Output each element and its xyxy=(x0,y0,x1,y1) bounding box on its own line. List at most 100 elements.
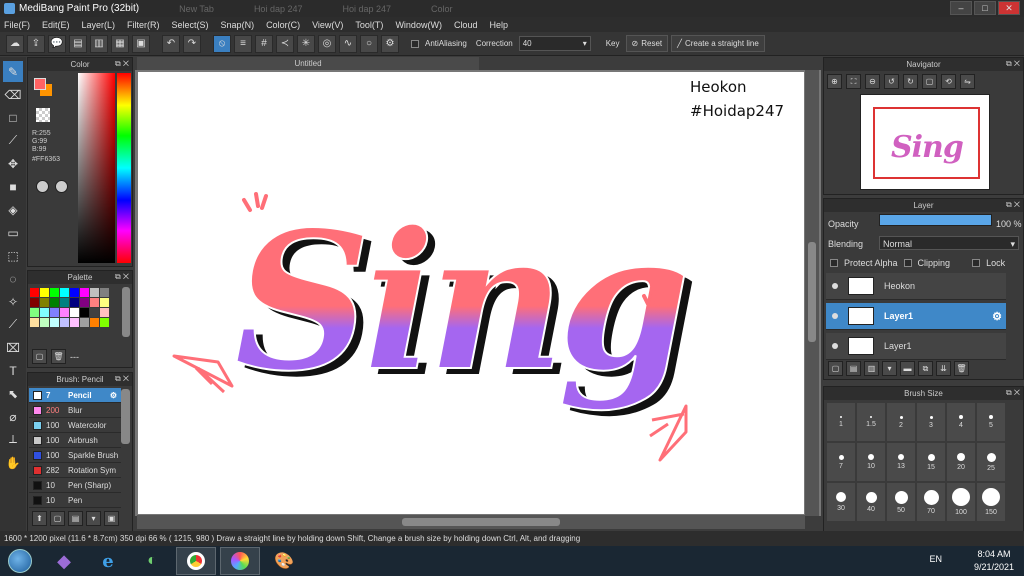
brush-size-preset[interactable]: 30 xyxy=(827,483,855,521)
brush-size-preset[interactable]: 1 xyxy=(827,403,855,441)
palette-color-swatch[interactable] xyxy=(70,298,79,307)
brush-size-preset[interactable]: 7 xyxy=(827,443,855,481)
settings-panel-icon[interactable]: ▣ xyxy=(132,34,150,53)
zoom-in-icon[interactable]: ⊕ xyxy=(827,74,842,89)
menu-snap[interactable]: Snap(N) xyxy=(221,20,255,30)
brush-size-preset[interactable]: 70 xyxy=(917,483,945,521)
menu-tool[interactable]: Tool(T) xyxy=(355,20,383,30)
reset-button[interactable]: ⊘ Reset xyxy=(625,35,669,52)
straight-line-button[interactable]: ╱ Create a straight line xyxy=(671,35,765,52)
cloud-icon[interactable]: ☁ xyxy=(6,34,24,53)
brush-size-preset[interactable]: 4 xyxy=(947,403,975,441)
select-eraser-tool-icon[interactable]: ⌧ xyxy=(3,337,23,358)
brush-settings-gear-icon[interactable]: ⚙ xyxy=(110,391,117,400)
new-halftone-layer-icon[interactable]: ▤ xyxy=(846,361,861,376)
palette-scrollbar[interactable] xyxy=(122,287,130,337)
hue-slider[interactable] xyxy=(117,73,131,263)
close-button[interactable]: ✕ xyxy=(998,1,1020,15)
panel-controls-icon[interactable]: ⧉ ✕ xyxy=(1006,200,1020,210)
message-icon[interactable]: ▤ xyxy=(69,34,87,53)
flip-icon[interactable]: ⇋ xyxy=(960,74,975,89)
palette-color-swatch[interactable] xyxy=(60,298,69,307)
hand-tool-icon[interactable]: ✋ xyxy=(3,452,23,473)
brush-size-preset[interactable]: 100 xyxy=(947,483,975,521)
new-layer-icon[interactable]: ▢ xyxy=(828,361,843,376)
parallel-snap-icon[interactable]: ≡ xyxy=(234,34,252,53)
panel-controls-icon[interactable]: ⧉ ✕ xyxy=(1006,388,1020,398)
duplicate-layer-icon[interactable]: ⧉ xyxy=(918,361,933,376)
brush-item[interactable]: 10 Pen (Sharp) xyxy=(29,478,121,493)
select-pen-tool-icon[interactable]: ⟋ xyxy=(3,314,23,335)
canvas-tab[interactable]: Untitled xyxy=(137,57,479,70)
zoom-out-icon[interactable]: ⊖ xyxy=(865,74,880,89)
panel-controls-icon[interactable]: ⧉ ✕ xyxy=(115,374,129,384)
vanishing-snap-icon[interactable]: ≺ xyxy=(276,34,294,53)
palette-color-swatch[interactable] xyxy=(70,318,79,327)
delete-layer-icon[interactable]: 🗑 xyxy=(954,361,969,376)
minimize-button[interactable]: – xyxy=(950,1,972,15)
brush-size-preset[interactable]: 50 xyxy=(887,483,915,521)
palette-color-swatch[interactable] xyxy=(100,308,109,317)
brush-size-preset[interactable]: 1.5 xyxy=(857,403,885,441)
grid-snap-icon[interactable]: # xyxy=(255,34,273,53)
menu-layer[interactable]: Layer(L) xyxy=(82,20,116,30)
dot-tool-icon[interactable]: ⟋ xyxy=(3,130,23,151)
brush-size-preset[interactable]: 150 xyxy=(977,483,1005,521)
add-layer-dropdown-icon[interactable]: ▾ xyxy=(882,361,897,376)
brush-tool-icon[interactable]: ✎ xyxy=(3,61,23,82)
brush-item[interactable]: 100 Watercolor xyxy=(29,418,121,433)
delete-color-icon[interactable]: 🗑 xyxy=(51,349,66,364)
palette-color-swatch[interactable] xyxy=(80,288,89,297)
vertical-scroll-thumb[interactable] xyxy=(808,242,816,342)
shape-tool-icon[interactable]: □ xyxy=(3,107,23,128)
start-button[interactable] xyxy=(0,547,40,575)
palette-color-swatch[interactable] xyxy=(100,288,109,297)
canvas-sheet[interactable]: Heokon #Hoidap247 Sing Sing xyxy=(138,72,804,514)
visibility-icon[interactable] xyxy=(832,343,838,349)
bg-tab-1[interactable]: New Tab xyxy=(179,4,214,14)
clipping-checkbox[interactable] xyxy=(903,259,912,267)
saturation-value-picker[interactable] xyxy=(78,73,115,263)
canvas-horizontal-scrollbar[interactable] xyxy=(137,515,805,529)
palette-color-swatch[interactable] xyxy=(70,288,79,297)
gear-icon[interactable]: ⚙ xyxy=(381,34,399,53)
palette-color-swatch[interactable] xyxy=(60,288,69,297)
menu-file[interactable]: File(F) xyxy=(4,20,30,30)
operation-tool-icon[interactable]: ⬉ xyxy=(3,383,23,404)
copy-brush-icon[interactable]: ▾ xyxy=(86,511,101,526)
bg-tab-4[interactable]: Color xyxy=(431,4,453,14)
reset-view-icon[interactable]: ⟲ xyxy=(941,74,956,89)
fill-rect-tool-icon[interactable]: ■ xyxy=(3,176,23,197)
palette-color-swatch[interactable] xyxy=(50,288,59,297)
eraser-tool-icon[interactable]: ⌫ xyxy=(3,84,23,105)
layer-row-heokon[interactable]: Heokon xyxy=(826,273,1006,300)
maximize-button[interactable]: □ xyxy=(974,1,996,15)
menu-edit[interactable]: Edit(E) xyxy=(42,20,70,30)
new-brush-icon[interactable]: ▢ xyxy=(50,511,65,526)
medibang-icon[interactable] xyxy=(220,547,260,575)
folder-icon[interactable]: ▤ xyxy=(68,511,83,526)
radial-snap-icon[interactable]: ✳ xyxy=(297,34,315,53)
share-icon[interactable]: ⇪ xyxy=(27,34,45,53)
bg-tab-2[interactable]: Hoi dap 247 xyxy=(254,4,303,14)
curve-snap-icon[interactable]: ∿ xyxy=(339,34,357,53)
brush-item[interactable]: 200 Blur xyxy=(29,403,121,418)
brush-scrollbar[interactable] xyxy=(121,389,130,444)
undo-icon[interactable]: ↶ xyxy=(162,34,180,53)
lock-checkbox[interactable] xyxy=(972,259,981,267)
chrome-icon[interactable] xyxy=(176,547,216,575)
lasso-tool-icon[interactable]: ◌ xyxy=(3,268,23,289)
panel-controls-icon[interactable]: ⧉ ✕ xyxy=(115,59,129,69)
new-8bit-layer-icon[interactable]: ▥ xyxy=(864,361,879,376)
coccoc-browser-icon[interactable]: ◐ xyxy=(132,547,172,575)
add-color-icon[interactable]: ▢ xyxy=(32,349,47,364)
menu-cloud[interactable]: Cloud xyxy=(454,20,478,30)
palette-color-swatch[interactable] xyxy=(90,288,99,297)
layer-folder-icon[interactable]: ▬ xyxy=(900,361,915,376)
palette-color-swatch[interactable] xyxy=(100,298,109,307)
menu-select[interactable]: Select(S) xyxy=(172,20,209,30)
internet-explorer-icon[interactable]: e xyxy=(88,547,128,575)
palette-color-swatch[interactable] xyxy=(30,288,39,297)
menu-color[interactable]: Color(C) xyxy=(266,20,300,30)
bg-tab-3[interactable]: Hoi dap 247 xyxy=(342,4,391,14)
